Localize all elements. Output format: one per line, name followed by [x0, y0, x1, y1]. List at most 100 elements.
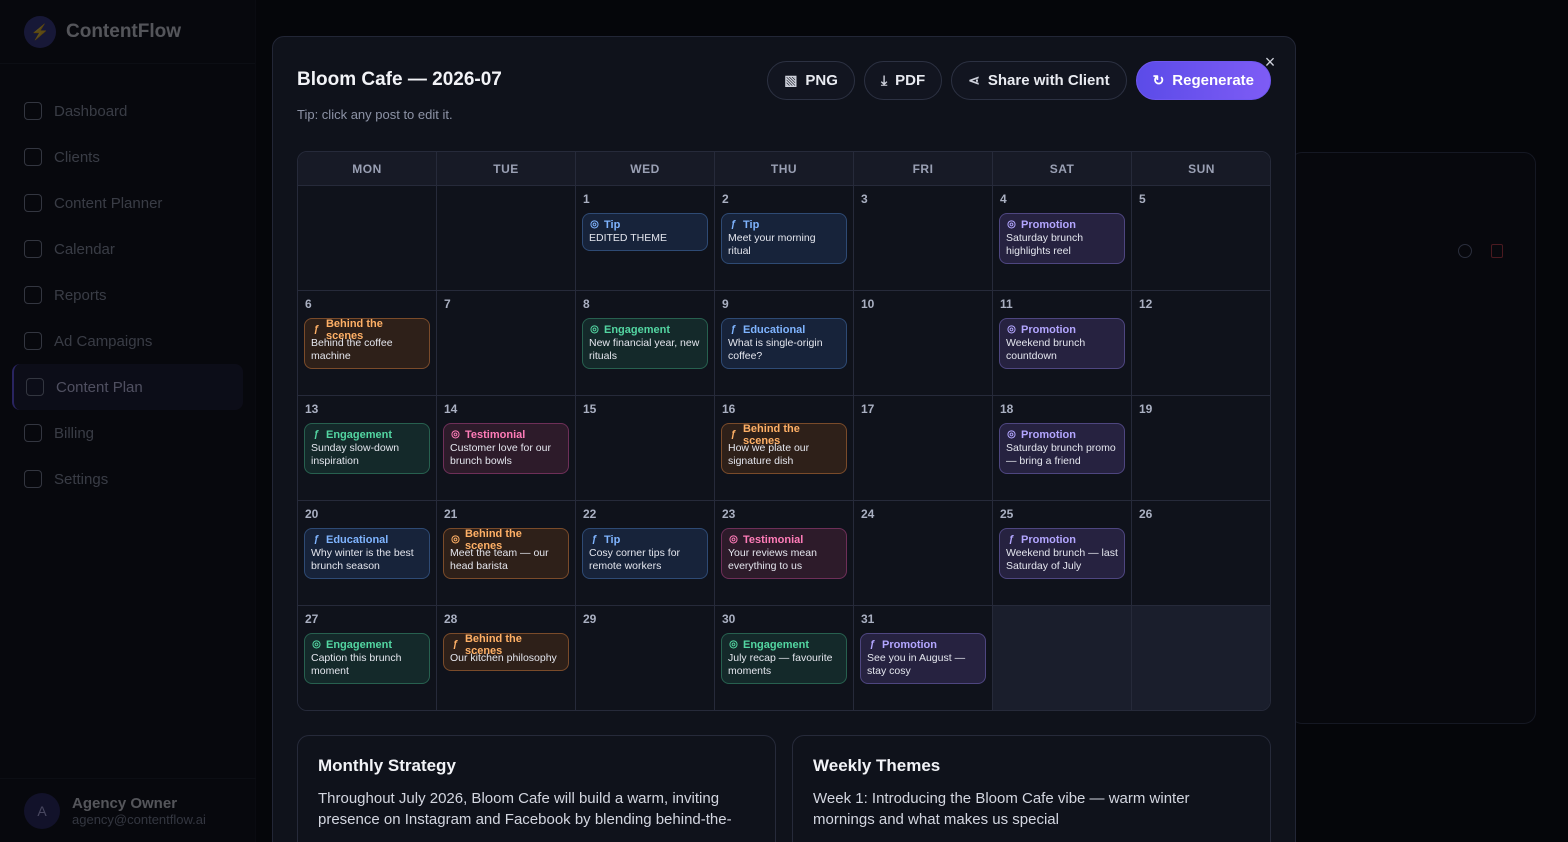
grid-icon: [24, 102, 42, 120]
day-number: 9: [722, 297, 729, 311]
sidebar-item-dashboard[interactable]: Dashboard: [12, 88, 243, 134]
calendar-day: 28 ƒ Behind the scenes Our kitchen philosop…: [437, 606, 576, 710]
post-card[interactable]: ◎ Engagement New financial year, new ritua…: [582, 318, 708, 369]
facebook-icon: ƒ: [1008, 534, 1015, 545]
post-caption: Why winter is the best brunch season: [311, 547, 414, 572]
post-card[interactable]: ƒ Tip Meet your morning ritual: [721, 213, 847, 264]
sidebar-item-billing[interactable]: Billing: [12, 410, 243, 456]
weekday-label: FRI: [854, 152, 993, 185]
post-card[interactable]: ◎ Engagement Caption this brunch moment: [304, 633, 430, 684]
facebook-icon: ƒ: [313, 324, 320, 335]
day-number: 19: [1139, 402, 1153, 416]
day-number: 17: [861, 402, 875, 416]
user-profile[interactable]: A Agency Owner agency@contentflow.ai: [0, 778, 256, 842]
post-category: ◎ Engagement: [311, 638, 423, 651]
calendar-day: 14 ◎ Testimonial Customer love for our brun…: [437, 396, 576, 501]
post-card[interactable]: ◎ Promotion Saturday brunch highlights ree…: [999, 213, 1125, 264]
calendar-cell-filler: [993, 606, 1132, 710]
sidebar-item-calendar[interactable]: Calendar: [12, 226, 243, 272]
weekday-label: TUE: [437, 152, 576, 185]
calendar-day: 5: [1132, 186, 1270, 291]
sidebar-item-label: Dashboard: [54, 102, 128, 120]
post-card[interactable]: ƒ Engagement Sunday slow-down inspiration: [304, 423, 430, 474]
post-card[interactable]: ƒ Educational Why winter is the best brunc…: [304, 528, 430, 579]
png-export-button[interactable]: ▧ PNG: [767, 61, 855, 100]
post-caption: EDITED THEME: [589, 232, 667, 244]
pdf-export-button[interactable]: ⤓ PDF: [863, 61, 943, 100]
post-card[interactable]: ƒ Promotion See you in August — stay cosy: [860, 633, 986, 684]
post-caption: Our kitchen philosophy: [450, 652, 557, 664]
weekday-label: THU: [715, 152, 854, 185]
post-card[interactable]: ◎ Promotion Saturday brunch promo — bring …: [999, 423, 1125, 474]
post-category: ◎ Behind the scenes: [450, 528, 562, 552]
day-number: 30: [722, 612, 736, 626]
calendar-day: 10: [854, 291, 993, 396]
facebook-icon: ƒ: [313, 429, 320, 440]
post-card[interactable]: ƒ Behind the scenes Behind the coffee mach…: [304, 318, 430, 369]
post-card[interactable]: ƒ Behind the scenes How we plate our signa…: [721, 423, 847, 474]
post-caption: Weekend brunch countdown: [1006, 337, 1086, 362]
post-card[interactable]: ◎ Testimonial Your reviews mean everything…: [721, 528, 847, 579]
monthly-strategy-body: Throughout July 2026, Bloom Cafe will bu…: [318, 790, 732, 828]
sidebar-item-label: Calendar: [54, 240, 115, 258]
regenerate-label: Regenerate: [1172, 72, 1254, 89]
post-category: ◎ Tip: [589, 218, 701, 231]
post-category-label: Testimonial: [743, 533, 804, 546]
post-card[interactable]: ƒ Behind the scenes Our kitchen philosophy: [443, 633, 569, 671]
share-label: Share with Client: [987, 72, 1110, 89]
post-card[interactable]: ƒ Educational What is single-origin coffee…: [721, 318, 847, 369]
avatar: A: [24, 792, 60, 829]
post-card[interactable]: ◎ Testimonial Customer love for our brunch…: [443, 423, 569, 474]
sidebar-item-settings[interactable]: Settings: [12, 456, 243, 502]
sidebar-item-content-planner[interactable]: Content Planner: [12, 180, 243, 226]
sidebar-item-label: Ad Campaigns: [54, 332, 153, 350]
post-card[interactable]: ◎ Behind the scenes Meet the team — our he…: [443, 528, 569, 579]
sidebar-item-ad-campaigns[interactable]: Ad Campaigns: [12, 318, 243, 364]
post-category-label: Promotion: [1021, 428, 1076, 441]
weekday-label: MON: [298, 152, 437, 185]
post-caption: Sunday slow-down inspiration: [311, 442, 400, 467]
instagram-icon: ◎: [1007, 219, 1016, 230]
instagram-icon: ◎: [729, 534, 738, 545]
post-caption: Your reviews mean everything to us: [728, 547, 817, 572]
post-category: ◎ Engagement: [728, 638, 840, 651]
edit-icon: [24, 194, 42, 212]
sidebar-item-clients[interactable]: Clients: [12, 134, 243, 180]
day-number: 28: [444, 612, 458, 626]
post-card[interactable]: ◎ Tip EDITED THEME: [582, 213, 708, 251]
post-card[interactable]: ◎ Engagement July recap — favourite moment…: [721, 633, 847, 684]
instagram-icon: ◎: [590, 219, 599, 230]
day-number: 24: [861, 507, 875, 521]
post-caption: What is single-origin coffee?: [728, 337, 823, 362]
weekly-themes-title: Weekly Themes: [813, 756, 941, 775]
post-category-label: Tip: [604, 533, 621, 546]
day-number: 1: [583, 192, 590, 206]
post-category: ƒ Engagement: [311, 428, 423, 441]
post-category-label: Educational: [743, 323, 806, 336]
calendar-cell-empty: [437, 186, 576, 291]
calendar-day: 3: [854, 186, 993, 291]
sidebar-item-reports[interactable]: Reports: [12, 272, 243, 318]
day-number: 12: [1139, 297, 1153, 311]
day-number: 14: [444, 402, 458, 416]
post-card[interactable]: ƒ Promotion Weekend brunch — last Saturday…: [999, 528, 1125, 579]
post-caption: Customer love for our brunch bowls: [450, 442, 551, 467]
post-caption: Meet the team — our head barista: [450, 547, 549, 572]
regenerate-button[interactable]: ↻ Regenerate: [1135, 61, 1271, 100]
content-plan-modal: × Bloom Cafe — 2026-07 Tip: click any po…: [272, 36, 1296, 842]
share-icon: ⋖: [968, 72, 980, 88]
sidebar-item-content-plan[interactable]: Content Plan: [12, 364, 243, 410]
post-category: ◎ Promotion: [1006, 428, 1118, 441]
post-caption: Cosy corner tips for remote workers: [589, 547, 681, 572]
calendar-day: 29: [576, 606, 715, 710]
post-category: ƒ Tip: [589, 533, 701, 546]
sidebar-item-label: Clients: [54, 148, 100, 166]
instagram-icon: ◎: [312, 639, 321, 650]
calendar-day: 11 ◎ Promotion Weekend brunch countdown: [993, 291, 1132, 396]
day-number: 4: [1000, 192, 1007, 206]
share-with-client-button[interactable]: ⋖ Share with Client: [951, 61, 1127, 100]
post-card[interactable]: ◎ Promotion Weekend brunch countdown: [999, 318, 1125, 369]
post-category-label: Promotion: [1021, 533, 1076, 546]
post-card[interactable]: ƒ Tip Cosy corner tips for remote workers: [582, 528, 708, 579]
calendar-day: 31 ƒ Promotion See you in August — stay cos…: [854, 606, 993, 710]
